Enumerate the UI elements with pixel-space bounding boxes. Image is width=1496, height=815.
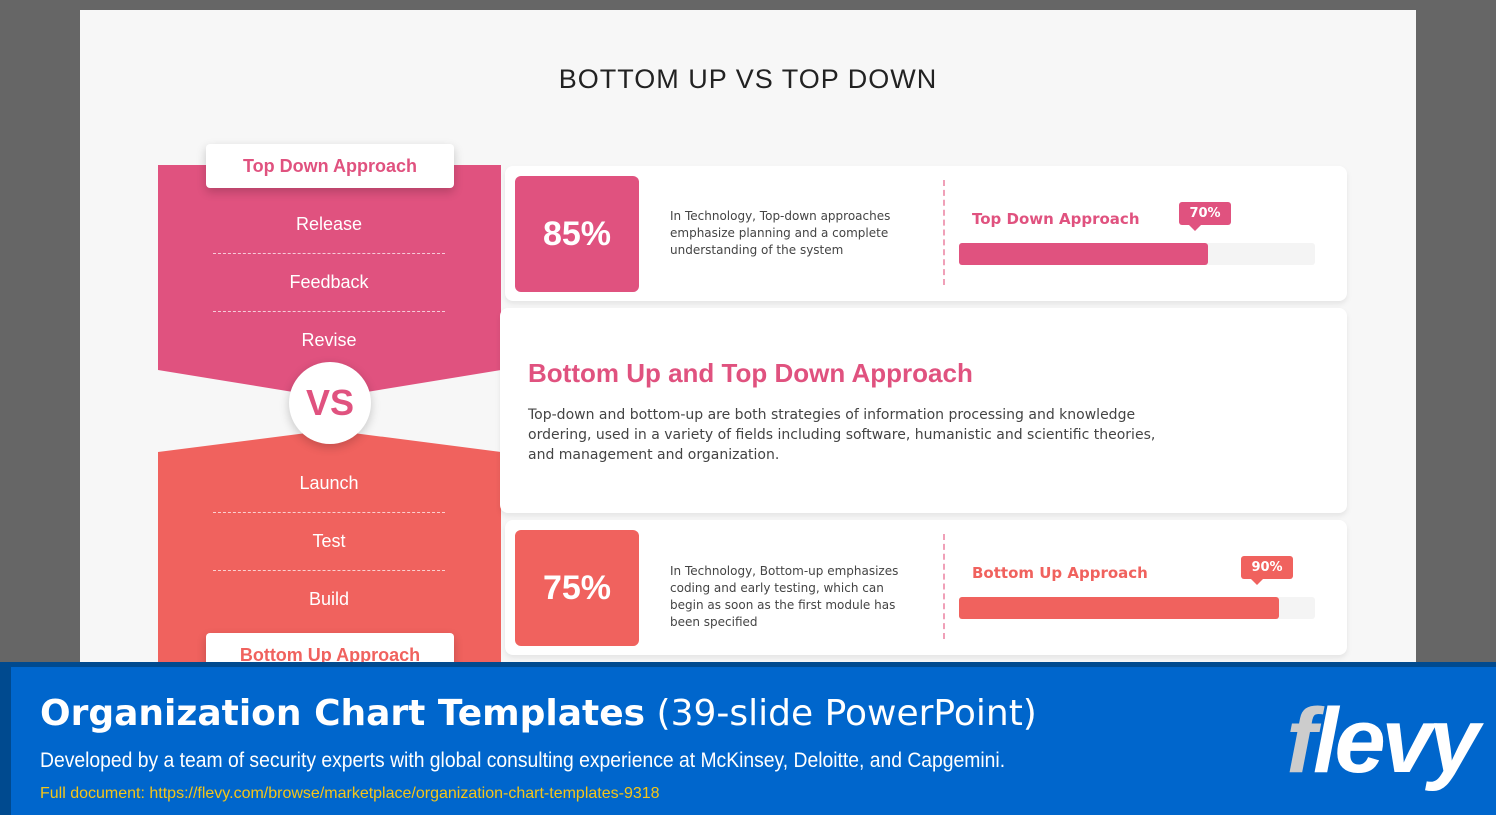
step-test: Test: [312, 531, 346, 551]
step-feedback: Feedback: [289, 272, 369, 292]
bottom-up-bar-value: 90%: [1241, 556, 1293, 585]
bottom-up-tag: Bottom Up Approach: [206, 633, 454, 662]
bottom-up-bar-label: Bottom Up Approach: [972, 564, 1148, 582]
banner-subtitle: Developed by a team of security experts …: [40, 749, 1006, 772]
summary-heading: Bottom Up and Top Down Approach: [528, 358, 973, 388]
step-release: Release: [295, 214, 363, 234]
top-down-tag: Top Down Approach: [206, 144, 454, 188]
bottom-up-percent: 75%: [515, 530, 639, 646]
divider: [943, 534, 945, 639]
top-down-description: In Technology, Top-down approaches empha…: [670, 209, 891, 257]
banner-title-bold: Organization Chart Templates: [40, 693, 646, 734]
divider: [943, 180, 945, 285]
summary-body: Top-down and bottom-up are both strategi…: [528, 407, 1156, 463]
slide-title: BOTTOM UP VS TOP DOWN: [558, 64, 938, 94]
divider: [213, 311, 445, 312]
step-build: Build: [308, 589, 350, 609]
step-revise: Revise: [301, 330, 357, 350]
banner-title: Organization Chart Templates (39-slide P…: [40, 693, 1037, 734]
divider: [213, 570, 445, 571]
summary-card: Bottom Up and Top Down Approach Top-down…: [500, 308, 1347, 513]
progress-fill: [959, 243, 1209, 265]
bottom-up-card: 75% In Technology, Bottom-up emphasizes …: [505, 520, 1347, 655]
top-down-bar-label: Top Down Approach: [972, 210, 1140, 228]
divider: [213, 253, 445, 254]
vs-badge: VS: [289, 362, 371, 444]
top-down-progress-bar: [959, 243, 1315, 265]
progress-fill: [959, 597, 1280, 619]
flevy-logo: flevy: [1286, 690, 1480, 792]
divider: [213, 512, 445, 513]
bottom-up-description: In Technology, Bottom-up emphasizes codi…: [670, 564, 899, 629]
top-down-percent: 85%: [515, 176, 639, 292]
document-link[interactable]: Full document: https://flevy.com/browse/…: [40, 785, 660, 803]
top-down-bar-value: 70%: [1179, 202, 1231, 231]
promo-banner: Organization Chart Templates (39-slide P…: [0, 662, 1496, 815]
slide: BOTTOM UP VS TOP DOWN Top Down Approach …: [80, 10, 1416, 662]
banner-title-light: (39-slide PowerPoint): [656, 693, 1037, 734]
step-launch: Launch: [299, 473, 359, 493]
bottom-up-progress-bar: [959, 597, 1315, 619]
top-down-card: 85% In Technology, Top-down approaches e…: [505, 166, 1347, 301]
